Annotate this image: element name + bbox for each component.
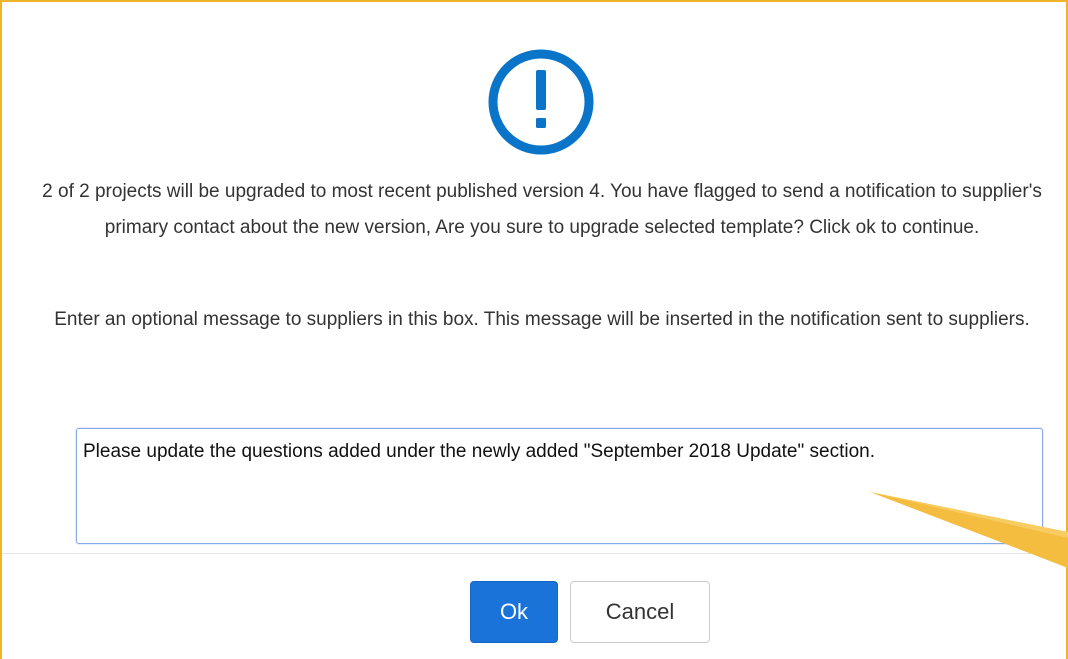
optional-message-instructions: Enter an optional message to suppliers i… bbox=[54, 309, 1030, 330]
screen: 2 of 2 projects will be upgraded to most… bbox=[0, 0, 1068, 659]
upgrade-confirmation-message: 2 of 2 projects will be upgraded to most… bbox=[42, 181, 1042, 238]
exclamation-circle-icon bbox=[486, 47, 596, 157]
ok-button[interactable]: Ok bbox=[470, 581, 558, 643]
cancel-button[interactable]: Cancel bbox=[570, 581, 710, 643]
callout-arrow-icon bbox=[870, 488, 1068, 568]
